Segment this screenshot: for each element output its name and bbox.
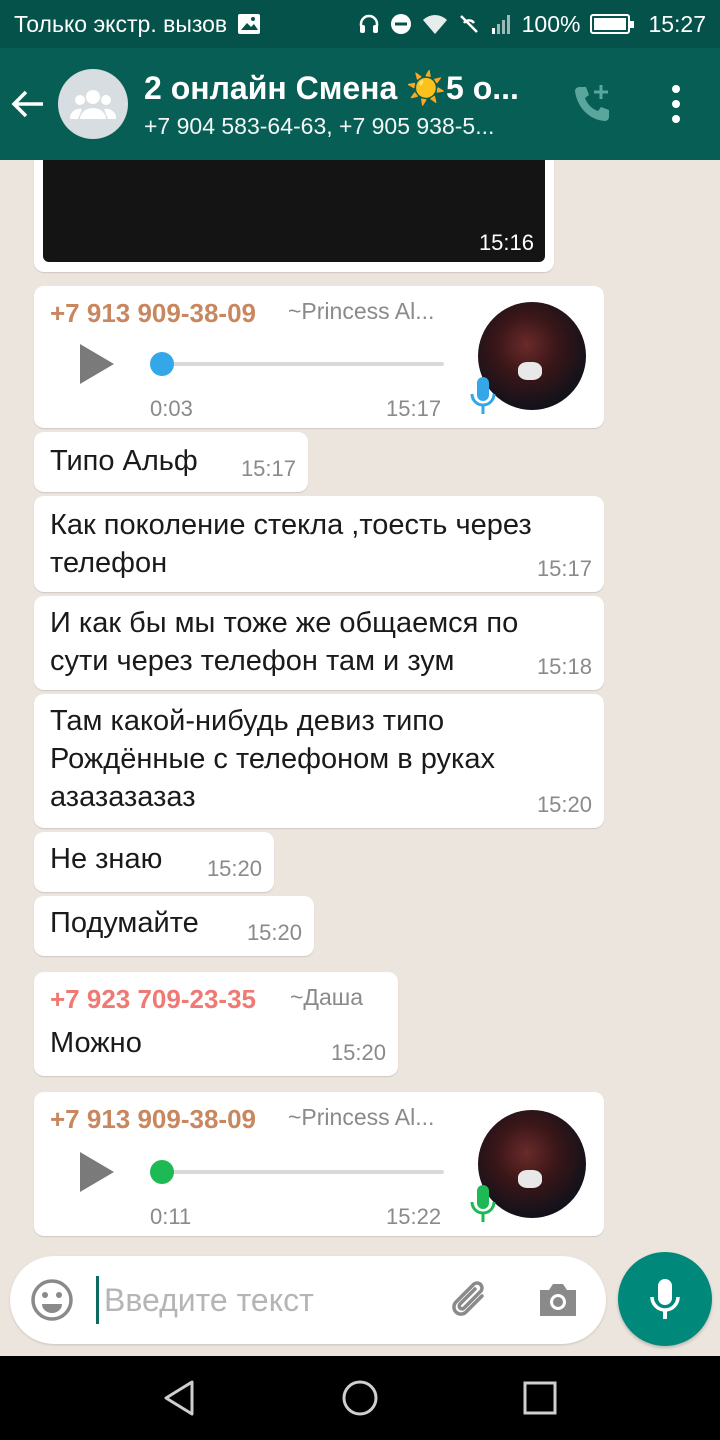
message-text-line: Как поколение стекла ,тоесть через <box>50 509 532 541</box>
message-input[interactable] <box>104 1274 424 1326</box>
message-text-line: телефон <box>50 547 168 579</box>
text-message: +7 923 709-23-35 ~Даша Можно 15:20 <box>34 972 398 1076</box>
voice-duration: 0:03 <box>150 396 193 421</box>
video-message[interactable]: 15:16 <box>34 160 554 272</box>
text-message: Там какой-нибудь девиз типо Рождённые с … <box>34 694 604 828</box>
system-nav-bar <box>0 1356 720 1440</box>
recents-square-icon[interactable] <box>520 1378 560 1418</box>
chat-header: 2 онлайн Смена ☀️5 о... +7 904 583-64-63… <box>0 48 720 160</box>
message-time: 15:17 <box>240 456 296 481</box>
voice-message: +7 913 909-38-09 ~Princess Al... 0:03 15… <box>34 286 604 428</box>
back-button[interactable] <box>0 48 56 160</box>
voice-progress-track[interactable] <box>162 362 444 366</box>
add-call-icon <box>575 85 609 121</box>
sender-alias: ~Princess Al... <box>288 298 435 324</box>
message-text-line: Там какой-нибудь девиз типо <box>50 705 445 737</box>
back-triangle-icon[interactable] <box>160 1378 200 1418</box>
battery-icon <box>590 14 635 34</box>
mic-icon <box>470 1185 496 1222</box>
message-time: 15:20 <box>536 792 592 817</box>
message-text: Можно <box>50 1027 142 1059</box>
message-text: Подумайте <box>50 907 199 939</box>
mic-icon <box>650 1279 680 1319</box>
text-caret <box>96 1276 99 1324</box>
text-message: Подумайте 15:20 <box>34 896 314 956</box>
sender-alias: ~Princess Al... <box>288 1104 435 1130</box>
more-options-button[interactable] <box>654 74 698 134</box>
signal-icon <box>491 15 510 34</box>
message-time: 15:20 <box>206 856 262 881</box>
text-message: И как бы мы тоже же общаемся по сути чер… <box>34 596 604 690</box>
voice-message: +7 913 909-38-09 ~Princess Al... 0:11 15… <box>34 1092 604 1236</box>
voice-duration: 0:11 <box>150 1204 192 1229</box>
screenshot-icon <box>238 14 261 34</box>
group-icon <box>70 90 116 119</box>
more-vert-icon <box>672 85 680 93</box>
paperclip-icon[interactable] <box>446 1278 494 1322</box>
voice-progress-knob[interactable] <box>150 352 174 376</box>
sender-phone[interactable]: +7 913 909-38-09 <box>50 298 256 329</box>
add-call-button[interactable] <box>568 78 618 128</box>
carrier-text: Только экстр. вызов <box>14 10 228 37</box>
sender-phone[interactable]: +7 913 909-38-09 <box>50 1104 256 1135</box>
video-thumbnail[interactable] <box>43 160 545 262</box>
sender-phone[interactable]: +7 923 709-23-35 <box>50 984 256 1015</box>
dnd-icon <box>390 14 411 34</box>
voice-progress-track[interactable] <box>162 1170 444 1174</box>
play-icon[interactable] <box>78 342 116 386</box>
message-composer <box>10 1256 606 1344</box>
chat-participants: +7 904 583-64-63, +7 905 938-5... <box>144 112 495 139</box>
home-circle-icon[interactable] <box>340 1378 380 1418</box>
text-message: Не знаю 15:20 <box>34 832 274 892</box>
message-text: Не знаю <box>50 843 163 875</box>
no-signal-icon <box>459 15 478 33</box>
battery-percent: 100% <box>521 10 581 37</box>
clock: 15:27 <box>648 10 706 37</box>
arrow-left-icon <box>11 90 43 118</box>
message-text: Типо Альф <box>50 445 198 477</box>
chat-area: 15:16 +7 913 909-38-09 ~Princess Al... 0… <box>0 160 720 1255</box>
message-time: 15:20 <box>246 920 302 945</box>
play-icon[interactable] <box>78 1150 116 1194</box>
wifi-icon <box>422 15 447 34</box>
message-text-line: сути через телефон там и зум <box>50 645 455 677</box>
chat-title: 2 онлайн Смена ☀️5 о... <box>144 69 519 106</box>
camera-icon[interactable] <box>536 1280 580 1320</box>
voice-progress-knob[interactable] <box>150 1160 174 1184</box>
message-text-line: Рождённые с телефоном в руках <box>50 743 495 775</box>
message-time: 15:18 <box>536 654 592 679</box>
group-avatar[interactable] <box>58 69 128 139</box>
message-time: 15:20 <box>330 1040 386 1065</box>
emoji-icon[interactable] <box>30 1278 74 1322</box>
text-message: Как поколение стекла ,тоесть через телеф… <box>34 496 604 592</box>
message-text-line: И как бы мы тоже же общаемся по <box>50 607 519 639</box>
headset-icon <box>359 14 378 33</box>
status-bar: Только экстр. вызов 100% 15:27 <box>0 0 720 48</box>
message-time: 15:16 <box>478 230 534 255</box>
sender-alias: ~Даша <box>290 984 364 1010</box>
message-time: 15:17 <box>386 396 442 421</box>
message-time: 15:17 <box>536 556 592 581</box>
voice-record-button[interactable] <box>618 1252 712 1346</box>
mic-icon <box>470 377 496 414</box>
message-time: 15:22 <box>386 1204 442 1229</box>
message-text-line: азазазазаз <box>50 781 196 813</box>
text-message: Типо Альф 15:17 <box>34 432 308 492</box>
chat-info[interactable]: 2 онлайн Смена ☀️5 о... +7 904 583-64-63… <box>144 69 564 140</box>
